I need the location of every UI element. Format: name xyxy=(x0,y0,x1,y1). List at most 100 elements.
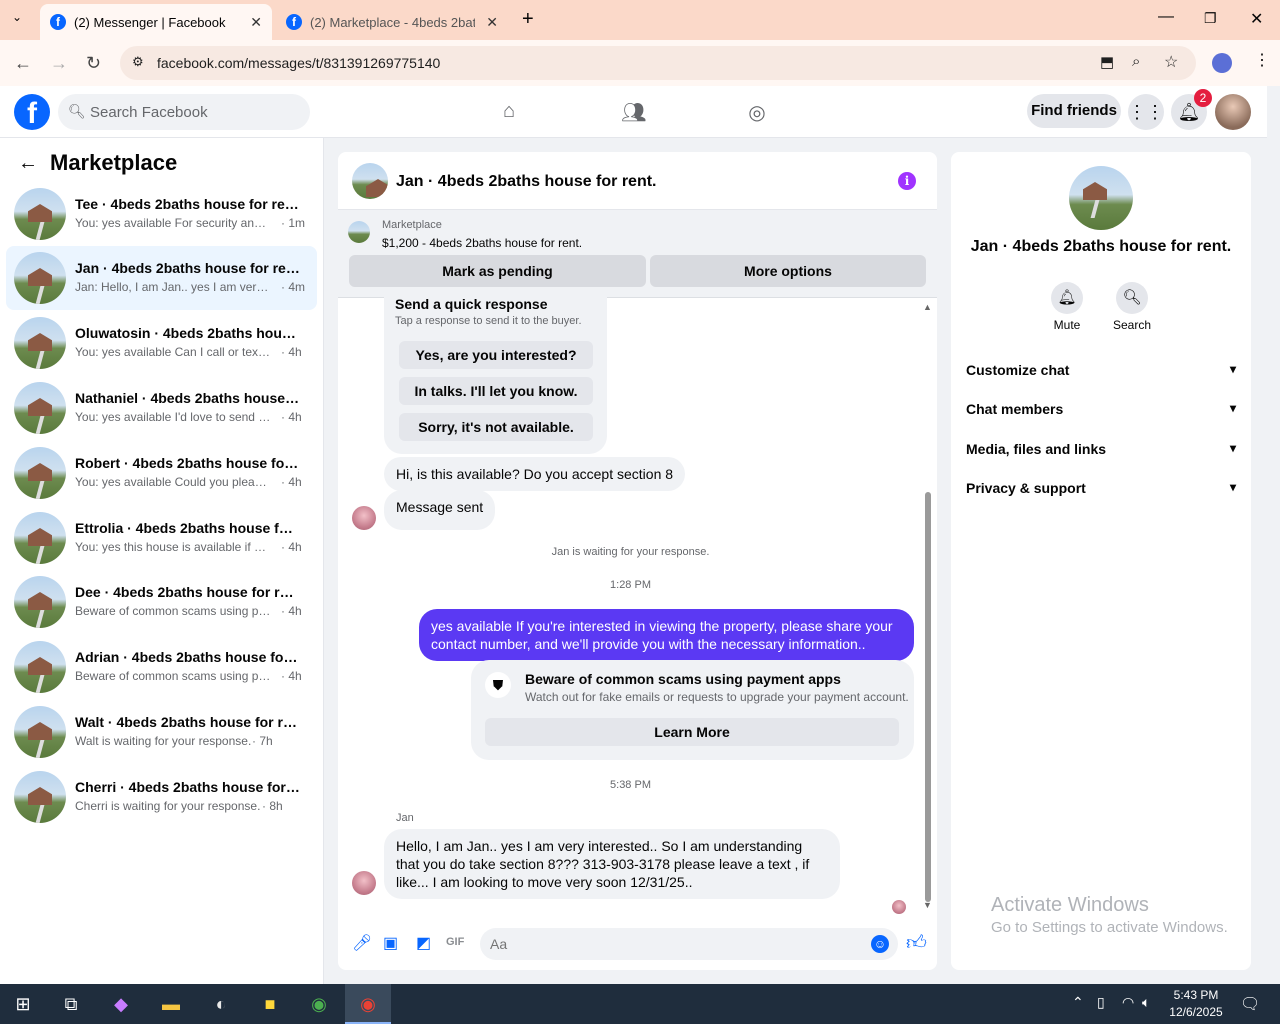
copilot-icon[interactable]: ◆ xyxy=(98,984,144,1024)
restore-icon[interactable]: ❐ xyxy=(1204,10,1217,27)
chrome-profile-icon[interactable]: ◉ xyxy=(345,984,391,1024)
home-icon[interactable]: ⌂ xyxy=(497,100,521,124)
more-options-button[interactable]: More options xyxy=(650,255,926,287)
chat-members-section[interactable]: Chat members ▾ xyxy=(966,401,1236,417)
gif-icon[interactable]: GIF xyxy=(446,936,464,948)
friends-icon[interactable]: 👥︎ xyxy=(621,100,646,124)
zoom-icon[interactable]: ⌕ xyxy=(1132,53,1140,70)
conversation-item[interactable]: Walt · 4beds 2baths house for rent. Walt… xyxy=(6,700,317,764)
sticker-icon[interactable]: ◩ xyxy=(416,933,431,953)
chat-title[interactable]: Jan · 4beds 2baths house for rent. xyxy=(396,173,657,191)
file-explorer-icon[interactable]: ▬ xyxy=(148,984,194,1024)
listing-price[interactable]: $1,200 - 4beds 2baths house for rent. xyxy=(382,236,582,250)
conversation-item[interactable]: Robert · 4beds 2baths house for re... Yo… xyxy=(6,441,317,505)
close-window-icon[interactable]: ✕ xyxy=(1250,9,1263,29)
message-input[interactable] xyxy=(480,928,898,960)
bookmark-star-icon[interactable]: ☆ xyxy=(1164,52,1178,72)
conversation-item-selected[interactable]: Jan · 4beds 2baths house for rent. Jan: … xyxy=(6,246,317,310)
mute-label: Mute xyxy=(1053,318,1081,332)
close-tab-icon[interactable]: ✕ xyxy=(250,14,262,31)
groups-icon[interactable]: ◎ xyxy=(745,100,769,124)
forward-arrow-icon[interactable]: → xyxy=(50,53,68,74)
conversation-name: Oluwatosin · 4beds 2baths house f... xyxy=(75,325,301,341)
quick-reply-button[interactable]: Yes, are you interested? xyxy=(399,341,593,369)
customize-chat-section[interactable]: Customize chat ▾ xyxy=(966,362,1236,378)
page-scrollbar[interactable] xyxy=(1267,86,1280,984)
listing-thumbnail[interactable] xyxy=(1069,166,1133,230)
tab-messenger[interactable]: f (2) Messenger | Facebook ✕ xyxy=(40,4,272,40)
conversation-name: Walt · 4beds 2baths house for rent. xyxy=(75,714,301,730)
scroll-down-arrow-icon[interactable]: ▼ xyxy=(923,900,932,910)
emoji-icon[interactable]: ☺ xyxy=(871,935,889,953)
menu-grid-icon[interactable]: ⋮⋮ xyxy=(1128,94,1164,130)
avatar[interactable] xyxy=(352,871,376,895)
site-settings-icon[interactable]: ⚙ xyxy=(132,54,144,70)
marketplace-label: Marketplace xyxy=(382,219,442,231)
scrollbar-thumb[interactable] xyxy=(925,492,931,902)
conversation-item[interactable]: Adrian · 4beds 2baths house for re... Be… xyxy=(6,635,317,699)
chat-scrollbar[interactable]: ▲ ▼ xyxy=(923,302,933,910)
timestamp: 5:38 PM xyxy=(610,779,651,791)
minimize-icon[interactable]: — xyxy=(1158,8,1174,26)
scroll-up-arrow-icon[interactable]: ▲ xyxy=(923,302,932,312)
conversation-item[interactable]: Cherri · 4beds 2baths house for rent. Ch… xyxy=(6,765,317,829)
info-icon[interactable]: i xyxy=(898,172,916,190)
notification-center-icon[interactable]: 🗨︎ xyxy=(1240,994,1260,1014)
show-hidden-icons-chevron-icon[interactable]: ⌃ xyxy=(1072,994,1084,1011)
listing-thumbnail xyxy=(14,188,66,240)
waiting-status: Jan is waiting for your response. xyxy=(551,546,710,558)
account-avatar[interactable] xyxy=(1215,94,1251,130)
new-tab-icon[interactable]: + xyxy=(522,8,534,31)
system-clock[interactable]: 5:43 PM 12/6/2025 xyxy=(1166,987,1226,1021)
back-arrow-icon[interactable]: ← xyxy=(14,53,32,74)
search-icon: 🔍︎ xyxy=(68,103,86,119)
media-files-links-section[interactable]: Media, files and links ▾ xyxy=(966,441,1236,457)
mark-as-pending-button[interactable]: Mark as pending xyxy=(349,255,646,287)
quick-reply-button[interactable]: Sorry, it's not available. xyxy=(399,413,593,441)
facebook-logo[interactable]: f xyxy=(14,94,50,130)
conversation-item[interactable]: Nathaniel · 4beds 2baths house fo... You… xyxy=(6,376,317,440)
quick-response-subtitle: Tap a response to send it to the buyer. xyxy=(395,315,582,327)
url-field[interactable]: ⚙ facebook.com/messages/t/83139126977514… xyxy=(120,46,1196,80)
paint-icon[interactable]: ◐ xyxy=(198,984,244,1024)
quick-reply-button[interactable]: In talks. I'll let you know. xyxy=(399,377,593,405)
avatar[interactable] xyxy=(352,506,376,530)
task-view-icon[interactable]: ⧉ xyxy=(48,984,94,1024)
back-arrow-icon[interactable]: ← xyxy=(18,152,38,175)
browser-menu-icon[interactable]: ⋮ xyxy=(1254,50,1270,70)
listing-thumbnail[interactable] xyxy=(352,163,388,199)
reload-icon[interactable]: ↻ xyxy=(86,53,101,74)
browser-tab-strip: ⌄ f (2) Messenger | Facebook ✕ f (2) Mar… xyxy=(0,0,1280,40)
conversation-preview: You: yes available I'd love to send you.… xyxy=(75,410,271,424)
profile-avatar-icon[interactable] xyxy=(1212,53,1232,73)
find-friends-button[interactable]: Find friends xyxy=(1027,94,1121,128)
conversation-item[interactable]: Ettrolia · 4beds 2baths house for r... Y… xyxy=(6,506,317,570)
search-input[interactable]: 🔍︎ Search Facebook xyxy=(58,94,310,130)
tab-search-chevron-icon[interactable]: ⌄ xyxy=(12,10,22,24)
close-tab-icon[interactable]: ✕ xyxy=(486,14,498,31)
sticky-notes-icon[interactable]: ■ xyxy=(247,984,293,1024)
search-placeholder: Search Facebook xyxy=(90,103,208,121)
install-app-icon[interactable]: ⬒ xyxy=(1100,53,1114,71)
windows-start-icon[interactable]: ⊞ xyxy=(0,984,46,1024)
like-thumbs-up-icon[interactable]: 👍︎ xyxy=(906,931,927,955)
mute-button[interactable]: 🔔︎ Mute xyxy=(1047,282,1087,332)
photo-icon[interactable]: ▣ xyxy=(383,933,398,953)
conversation-item[interactable]: Dee · 4beds 2baths house for rent. Bewar… xyxy=(6,570,317,634)
microphone-icon[interactable]: 🎤︎ xyxy=(352,933,372,953)
chrome-icon[interactable]: ◉ xyxy=(296,984,342,1024)
learn-more-button[interactable]: Learn More xyxy=(485,718,899,746)
device-icon[interactable]: ▯ xyxy=(1097,994,1105,1011)
listing-thumbnail xyxy=(14,252,66,304)
conversation-name: Robert · 4beds 2baths house for re... xyxy=(75,455,301,471)
wifi-icon[interactable]: ◠ xyxy=(1122,994,1134,1011)
volume-icon[interactable]: 🔈︎ xyxy=(1142,994,1150,1011)
conversation-item[interactable]: Oluwatosin · 4beds 2baths house f... You… xyxy=(6,311,317,375)
tab-marketplace[interactable]: f (2) Marketplace - 4beds 2baths ✕ xyxy=(276,4,508,40)
sender-name: Jan xyxy=(396,812,414,824)
conversation-item[interactable]: Tee · 4beds 2baths house for rent. You: … xyxy=(6,182,317,246)
privacy-support-section[interactable]: Privacy & support ▾ xyxy=(966,480,1236,496)
search-button[interactable]: 🔍︎ Search xyxy=(1112,282,1152,332)
activate-windows-watermark: Activate Windows xyxy=(991,894,1149,916)
timestamp: 1:28 PM xyxy=(610,579,651,591)
